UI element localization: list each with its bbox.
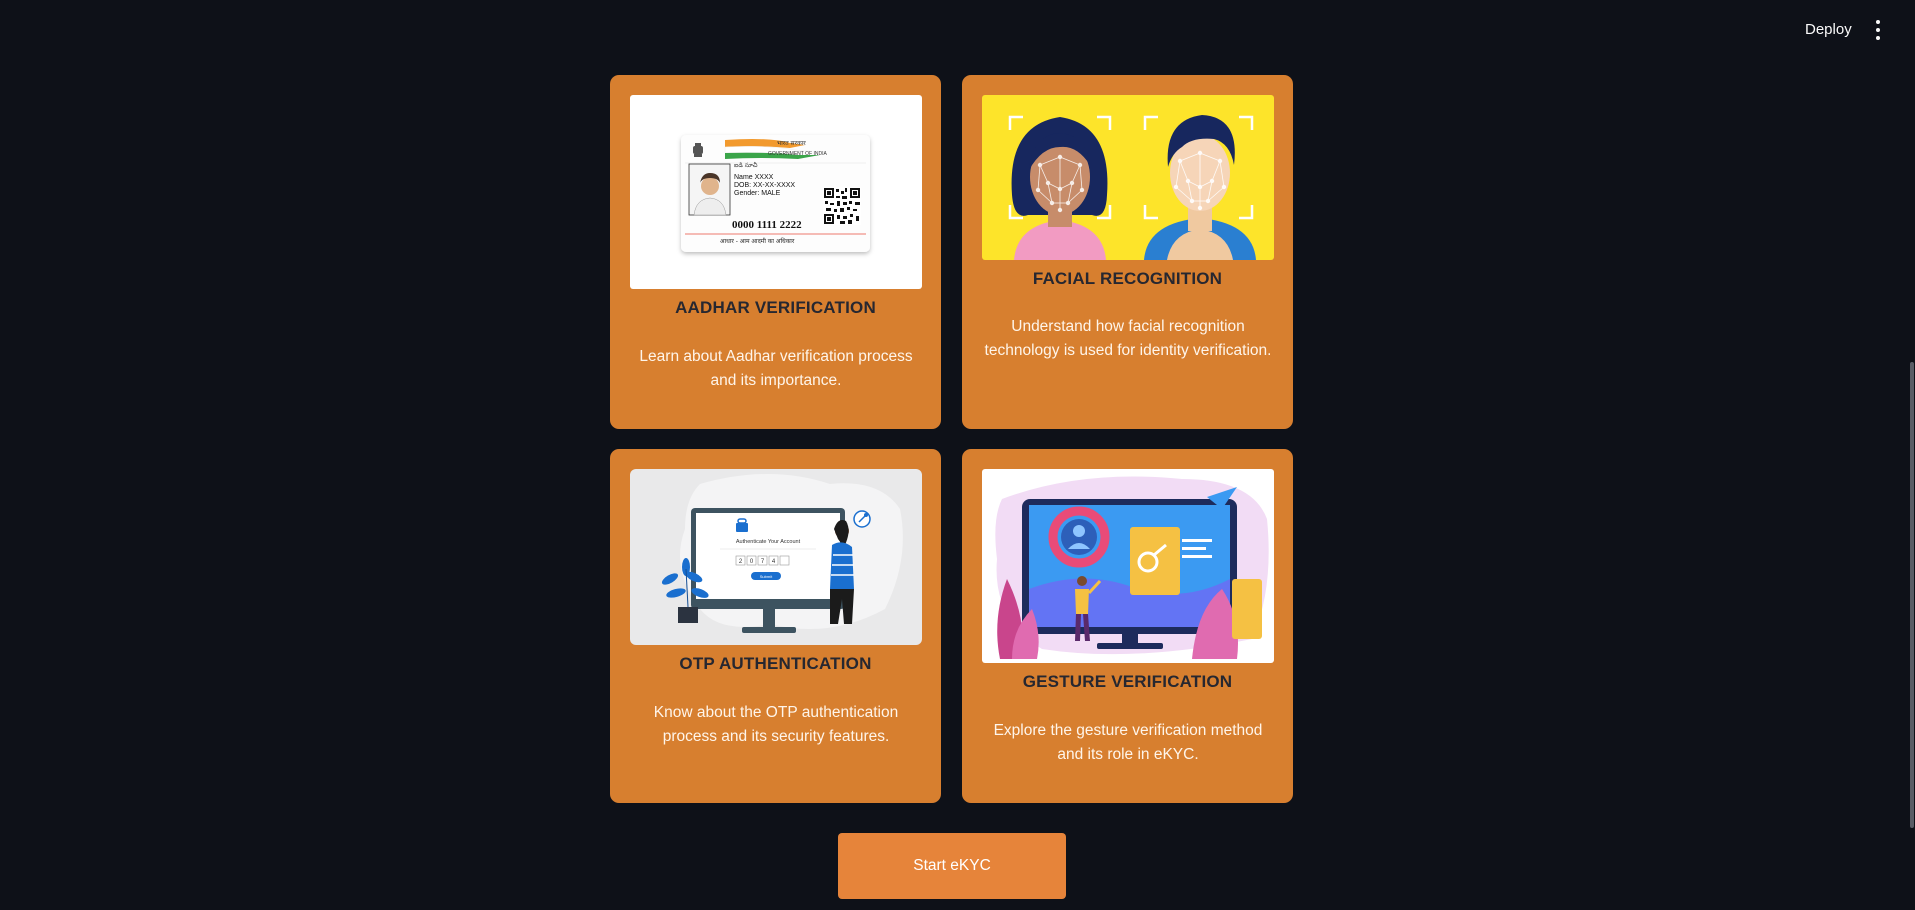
svg-text:Gender: MALE: Gender: MALE [734, 190, 781, 197]
top-bar: Deploy [0, 0, 1915, 60]
card-title: GESTURE VERIFICATION [1022, 672, 1233, 691]
svg-text:ఐడి సూచీ: ఐడి సూచీ [734, 161, 758, 169]
card-title: OTP AUTHENTICATION [679, 654, 872, 673]
card-description: Learn about Aadhar verification process … [639, 348, 913, 389]
card-description: Know about the OTP authentication proces… [653, 704, 899, 745]
more-vertical-icon[interactable] [1872, 20, 1884, 40]
card-title: AADHAR VERIFICATION [675, 298, 876, 317]
svg-text:Authenticate Your Account: Authenticate Your Account [736, 539, 801, 545]
deploy-button[interactable]: Deploy [1805, 21, 1852, 38]
svg-text:0000 1111 2222: 0000 1111 2222 [732, 219, 802, 231]
card-facial-recognition: FACIAL RECOGNITION Understand how facial… [962, 75, 1293, 429]
svg-text:Name XXXX: Name XXXX [734, 174, 774, 181]
svg-text:Submit: Submit [760, 574, 773, 579]
aadhar-card-image: भारत सरकार GOVERNMENT OF INDIA ఐడి సూచీ … [630, 95, 922, 289]
svg-text:DOB: XX-XX-XXXX: DOB: XX-XX-XXXX [734, 182, 795, 189]
scrollbar[interactable] [1910, 362, 1914, 828]
start-ekyc-button[interactable]: Start eKYC [838, 833, 1066, 899]
svg-text:GOVERNMENT OF INDIA: GOVERNMENT OF INDIA [768, 151, 827, 157]
card-description: Understand how facial recognition techno… [984, 318, 1272, 359]
card-gesture-verification: GESTURE VERIFICATION Explore the gesture… [962, 449, 1293, 803]
otp-authentication-image: Authenticate Your Account 2 0 7 4 Submit [630, 469, 922, 645]
card-title: FACIAL RECOGNITION [1032, 269, 1223, 288]
svg-text:आधार - आम आदमी का अधिकार: आधार - आम आदमी का अधिकार [720, 237, 795, 245]
gesture-verification-image [982, 469, 1274, 663]
card-aadhar-verification: भारत सरकार GOVERNMENT OF INDIA ఐడి సూచీ … [610, 75, 941, 429]
facial-recognition-image [982, 95, 1274, 260]
card-otp-authentication: Authenticate Your Account 2 0 7 4 Submit [610, 449, 941, 803]
card-description: Explore the gesture verification method … [993, 722, 1263, 763]
svg-text:भारत सरकार: भारत सरकार [777, 140, 806, 147]
